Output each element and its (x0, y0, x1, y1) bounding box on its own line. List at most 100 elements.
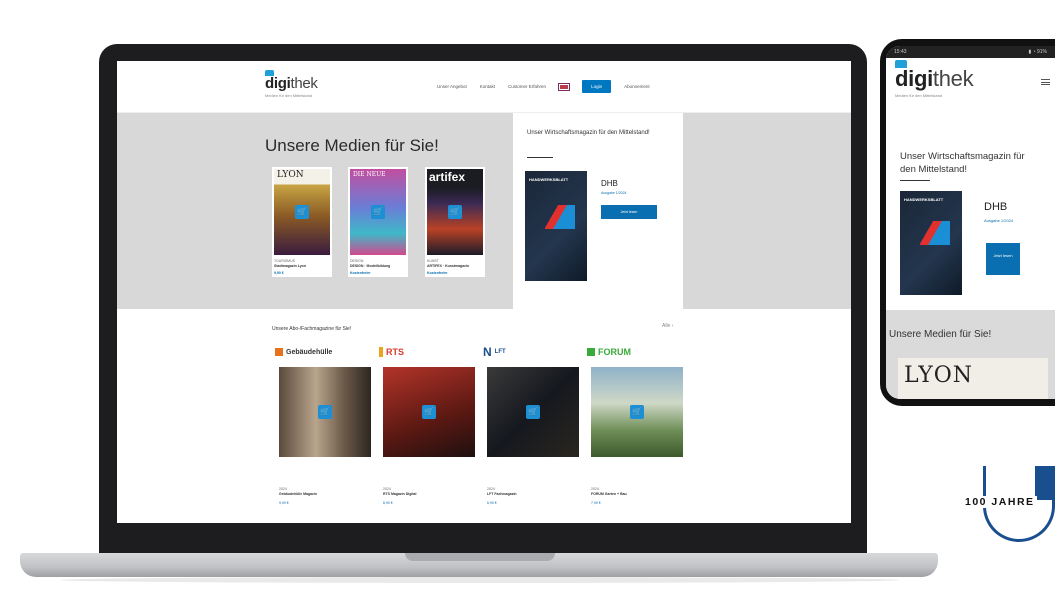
abo-card[interactable]: RTS 🛒 2024 RTS Magazin Digital 8,90 € (379, 341, 479, 505)
divider (900, 180, 930, 181)
cart-icon[interactable]: 🛒 (318, 405, 332, 419)
cart-icon[interactable]: 🛒 (371, 205, 385, 219)
dhb-cover[interactable]: HANDWERKSBLATT (900, 191, 962, 295)
abo-card[interactable]: N LFT 🛒 2024 LFT Fachmagazin 6,90 € (483, 341, 583, 505)
logo-tagline: Medien für den Mittelstand (895, 93, 943, 98)
cover-title: LYON (904, 363, 974, 388)
magazine-name: DHB (984, 201, 1008, 213)
cover-title: artifex (429, 170, 466, 184)
logo-thin: thek (932, 66, 974, 91)
card-price: 9,90 € (274, 271, 284, 275)
divider (527, 157, 553, 158)
read-now-button[interactable]: Jetzt lesen (986, 243, 1020, 275)
digithek-logo[interactable]: digithek Medien für den Mittelstand (895, 60, 974, 98)
card-year: 2024 (487, 487, 495, 491)
cart-icon[interactable]: 🛒 (448, 205, 462, 219)
book-icon (895, 60, 907, 68)
hero-title: Unsere Medien für Sie! (265, 136, 439, 155)
100-jahre-logo: 100 JAHRE (963, 466, 1055, 546)
card-title: Gebäudehülle Magazin (279, 492, 317, 496)
cover-image: 🛒 (487, 367, 579, 457)
site-header: digithek Medien für den Mittelstand Unse… (117, 61, 851, 113)
media-card[interactable]: artifex 🛒 KUNST ARTIFEX · Kunstmagazin Ko… (425, 167, 485, 277)
cover-image: 🛒 (591, 367, 683, 457)
lyon-cover-preview[interactable]: LYON (898, 358, 1048, 399)
marketing-composite: digithek Medien für den Mittelstand Unse… (0, 0, 1055, 592)
card-title: ARTIFEX · Kunstmagazin (427, 264, 470, 268)
abo-card[interactable]: FORUM 🛒 2024 FORUM Garten + Bau 7,90 € (587, 341, 687, 505)
magazine-issue: Ausgabe 1/2024 (984, 218, 1014, 223)
cover-image: artifex 🛒 (427, 169, 483, 255)
brand-icon (379, 347, 383, 357)
cover-graphic (545, 205, 575, 229)
cart-icon[interactable]: 🛒 (526, 405, 540, 419)
card-price: 9,90 € (279, 501, 289, 505)
cart-icon[interactable]: 🛒 (295, 205, 309, 219)
cart-icon[interactable]: 🛒 (630, 405, 644, 419)
card-title: LFT Fachmagazin (487, 492, 517, 496)
cover-title: DIE NEUE (353, 171, 386, 178)
cover-image: 🛒 (279, 367, 371, 457)
nav-angebot[interactable]: Unser Angebot (437, 84, 467, 89)
laptop-shadow (60, 577, 900, 583)
phone-screen: 15:43 ▮ ◔ 91% digithek Medien für den Mi… (886, 46, 1055, 399)
menu-icon[interactable] (1041, 79, 1050, 85)
featured-magazine: Unser Wirtschaftsmagazin für den Mittels… (513, 113, 683, 309)
laptop-screen: digithek Medien für den Mittelstand Unse… (117, 61, 851, 523)
card-category: KUNST (427, 259, 439, 263)
abo-card[interactable]: Gebäudehülle 🛒 2024 Gebäudehülle Magazin … (275, 341, 375, 505)
abo-section-title: Unsere Abo-/Fachmagazine für Sie! (272, 326, 352, 332)
card-price: Kostenfreier (350, 271, 371, 275)
card-price: 6,90 € (487, 501, 497, 505)
brand-name: FORUM (598, 347, 631, 357)
all-link[interactable]: Alle › (662, 323, 673, 329)
phone-status-bar: 15:43 ▮ ◔ 91% (886, 46, 1055, 58)
book-icon (265, 70, 274, 76)
laptop-notch (405, 553, 555, 561)
card-year: 2024 (279, 487, 287, 491)
cover-graphic (920, 221, 950, 245)
brand-icon (275, 348, 283, 356)
nav-abonnement[interactable]: Abonnement (624, 84, 650, 89)
login-button[interactable]: Login (582, 80, 612, 93)
promo-title: Unser Wirtschaftsmagazin für den Mittels… (527, 130, 650, 136)
read-now-button[interactable]: Jetzt lesen (601, 205, 657, 219)
logo-bold: digi (895, 66, 933, 91)
cart-icon[interactable]: 🛒 (422, 405, 436, 419)
card-price: 7,90 € (591, 501, 601, 505)
card-category: TOURISMUS (274, 259, 295, 263)
cover-masthead: HANDWERKSBLATT (904, 197, 944, 202)
logo-thin: thek (290, 75, 318, 92)
nav-customer[interactable]: Customer Erfahren (508, 84, 546, 89)
logo-bold: digi (265, 75, 291, 92)
card-year: 2024 (383, 487, 391, 491)
card-title: FORUM Garten + Bau (591, 492, 627, 496)
language-flag-icon[interactable] (558, 82, 571, 91)
n-logo-icon: N (483, 345, 492, 359)
brand-name: Gebäudehülle (286, 348, 333, 356)
digithek-logo[interactable]: digithek Medien für den Mittelstand (265, 70, 318, 98)
magazine-name: DHB (601, 179, 618, 188)
cover-title: LYON (277, 170, 304, 180)
hero-section: Unsere Medien für Sie! LYON 🛒 TOURISMUS S… (117, 113, 851, 309)
card-year: 2024 (591, 487, 599, 491)
media-card[interactable]: DIE NEUE 🛒 DESIGN DESIGN · Modellbildung … (348, 167, 408, 277)
media-card[interactable]: LYON 🛒 TOURISMUS Stadtmagazin Lyon 9,90 € (272, 167, 332, 277)
cover-image: DIE NEUE 🛒 (350, 169, 406, 255)
cover-image: LYON 🛒 (274, 169, 330, 255)
hero-title: Unsere Medien für Sie! (889, 329, 992, 340)
cover-masthead: HANDWERKSBLATT (529, 177, 569, 182)
promo-title: Unser Wirtschaftsmagazin für den Mittels… (900, 151, 1025, 175)
brand-icon (587, 348, 595, 356)
card-title: RTS Magazin Digital (383, 492, 417, 496)
card-title: DESIGN · Modellbildung (350, 264, 391, 268)
nav-kontakt[interactable]: Kontakt (480, 84, 495, 89)
main-nav: Unser Angebot Kontakt Customer Erfahren … (437, 80, 650, 93)
status-time: 15:43 (894, 49, 907, 55)
cover-image: 🛒 (383, 367, 475, 457)
status-icons: ▮ ◔ 91% (1028, 49, 1047, 55)
card-category: DESIGN (350, 259, 364, 263)
dhb-cover[interactable]: HANDWERKSBLATT (525, 171, 587, 281)
brand-name: LFT (494, 349, 506, 355)
magazine-issue: Ausgabe 1/2024 (601, 191, 627, 195)
